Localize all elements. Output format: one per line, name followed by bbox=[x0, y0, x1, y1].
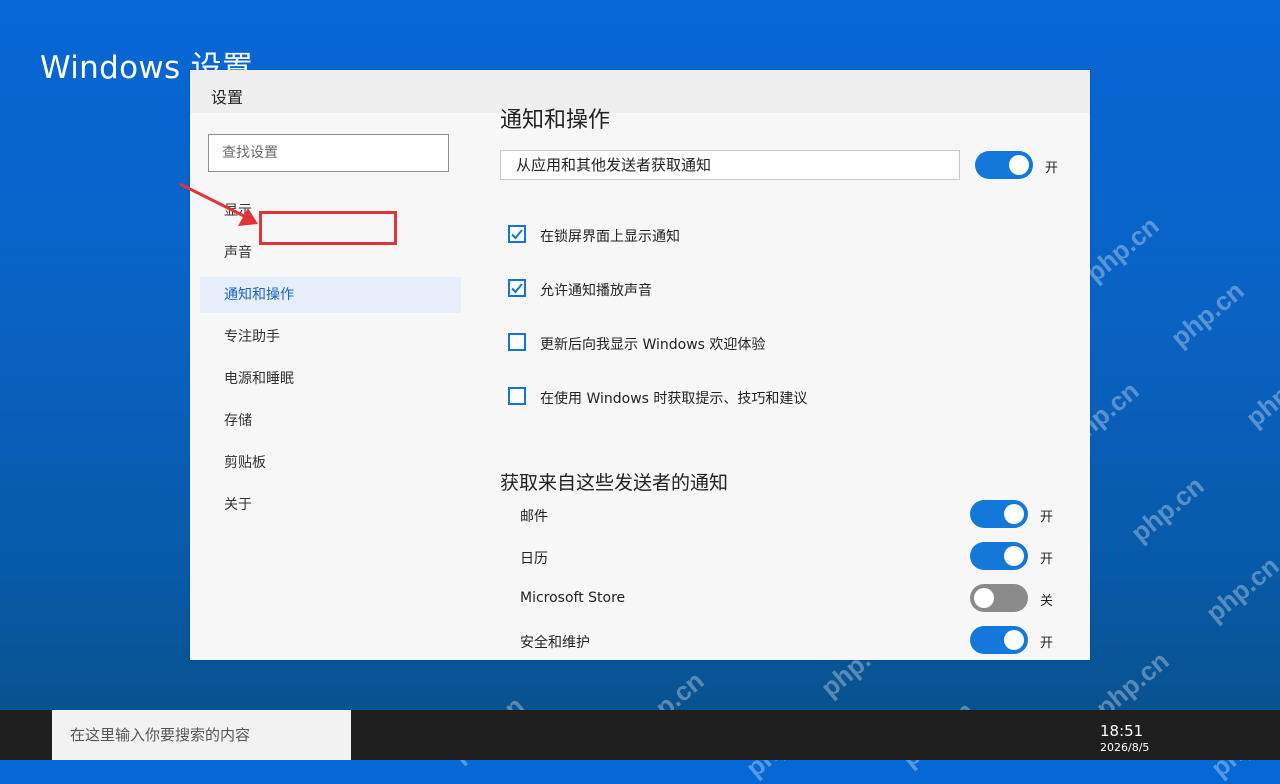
watermark: php.cn bbox=[1165, 275, 1250, 353]
check-icon bbox=[511, 283, 523, 294]
master-notification-label: 从应用和其他发送者获取通知 bbox=[500, 150, 960, 180]
watermark: php.cn bbox=[1080, 210, 1165, 288]
checkbox-sound[interactable] bbox=[508, 279, 526, 297]
watermark: php.cn bbox=[1125, 470, 1210, 548]
checkbox-tips[interactable] bbox=[508, 387, 526, 405]
toggle-knob bbox=[1004, 546, 1024, 566]
checkbox-label: 在使用 Windows 时获取提示、技巧和建议 bbox=[540, 391, 808, 407]
checkbox-welcome[interactable] bbox=[508, 333, 526, 351]
arrow-icon bbox=[179, 182, 258, 226]
sender-store-state: 关 bbox=[1040, 594, 1054, 609]
sender-security-toggle[interactable] bbox=[970, 626, 1028, 654]
sender-calendar-state: 开 bbox=[1040, 552, 1054, 567]
sender-calendar-toggle[interactable] bbox=[970, 542, 1028, 570]
sender-store-toggle[interactable] bbox=[970, 584, 1028, 612]
sidebar-item-notifications[interactable]: 通知和操作 bbox=[200, 277, 461, 313]
taskbar: 18:51 2026/8/5 bbox=[0, 710, 1280, 760]
checkbox-label: 更新后向我显示 Windows 欢迎体验 bbox=[540, 337, 766, 353]
senders-heading: 获取来自这些发送者的通知 bbox=[500, 472, 729, 494]
sender-security-label: 安全和维护 bbox=[520, 635, 590, 651]
toggle-knob bbox=[1004, 504, 1024, 524]
master-toggle-state: 开 bbox=[1045, 161, 1059, 176]
window-title: 设置 bbox=[211, 88, 244, 107]
toggle-knob bbox=[1009, 155, 1029, 175]
watermark: php.cn bbox=[1240, 355, 1280, 433]
sender-mail-toggle[interactable] bbox=[970, 500, 1028, 528]
sender-mail-label: 邮件 bbox=[520, 509, 548, 525]
sender-mail-state: 开 bbox=[1040, 510, 1054, 525]
window-titlebar[interactable]: 设置 bbox=[190, 70, 1090, 113]
clock-date[interactable]: 2026/8/5 bbox=[1100, 741, 1149, 754]
watermark: php.cn bbox=[1200, 550, 1280, 628]
sender-store-label: Microsoft Store bbox=[520, 590, 626, 606]
sidebar-item-clipboard[interactable]: 剪贴板 bbox=[200, 445, 461, 481]
sidebar-item-power-sleep[interactable]: 电源和睡眠 bbox=[200, 361, 461, 397]
checkbox-label: 在锁屏界面上显示通知 bbox=[540, 229, 680, 245]
sender-calendar-label: 日历 bbox=[520, 551, 548, 567]
taskbar-search-input[interactable] bbox=[52, 710, 351, 760]
checkbox-label: 允许通知播放声音 bbox=[540, 283, 652, 299]
settings-window: 设置 显示 声音 通知和操作 专注助手 电源和睡眠 存储 剪贴板 关于 通知和操… bbox=[190, 70, 1090, 660]
taskbar-search-box[interactable] bbox=[52, 710, 351, 760]
settings-search-box[interactable] bbox=[208, 134, 449, 172]
sidebar-item-storage[interactable]: 存储 bbox=[200, 403, 461, 439]
sidebar-item-focus-assist[interactable]: 专注助手 bbox=[200, 319, 461, 355]
sender-security-state: 开 bbox=[1040, 636, 1054, 651]
sidebar-item-about[interactable]: 关于 bbox=[200, 487, 461, 523]
toggle-knob bbox=[974, 588, 994, 608]
page-title: 通知和操作 bbox=[500, 108, 611, 133]
check-icon bbox=[511, 229, 523, 240]
master-notification-toggle[interactable] bbox=[975, 151, 1033, 179]
toggle-knob bbox=[1004, 630, 1024, 650]
checkbox-lockscreen[interactable] bbox=[508, 225, 526, 243]
settings-search-input[interactable] bbox=[209, 135, 448, 171]
clock-time[interactable]: 18:51 bbox=[1100, 722, 1143, 740]
annotation-highlight-box bbox=[259, 211, 397, 245]
